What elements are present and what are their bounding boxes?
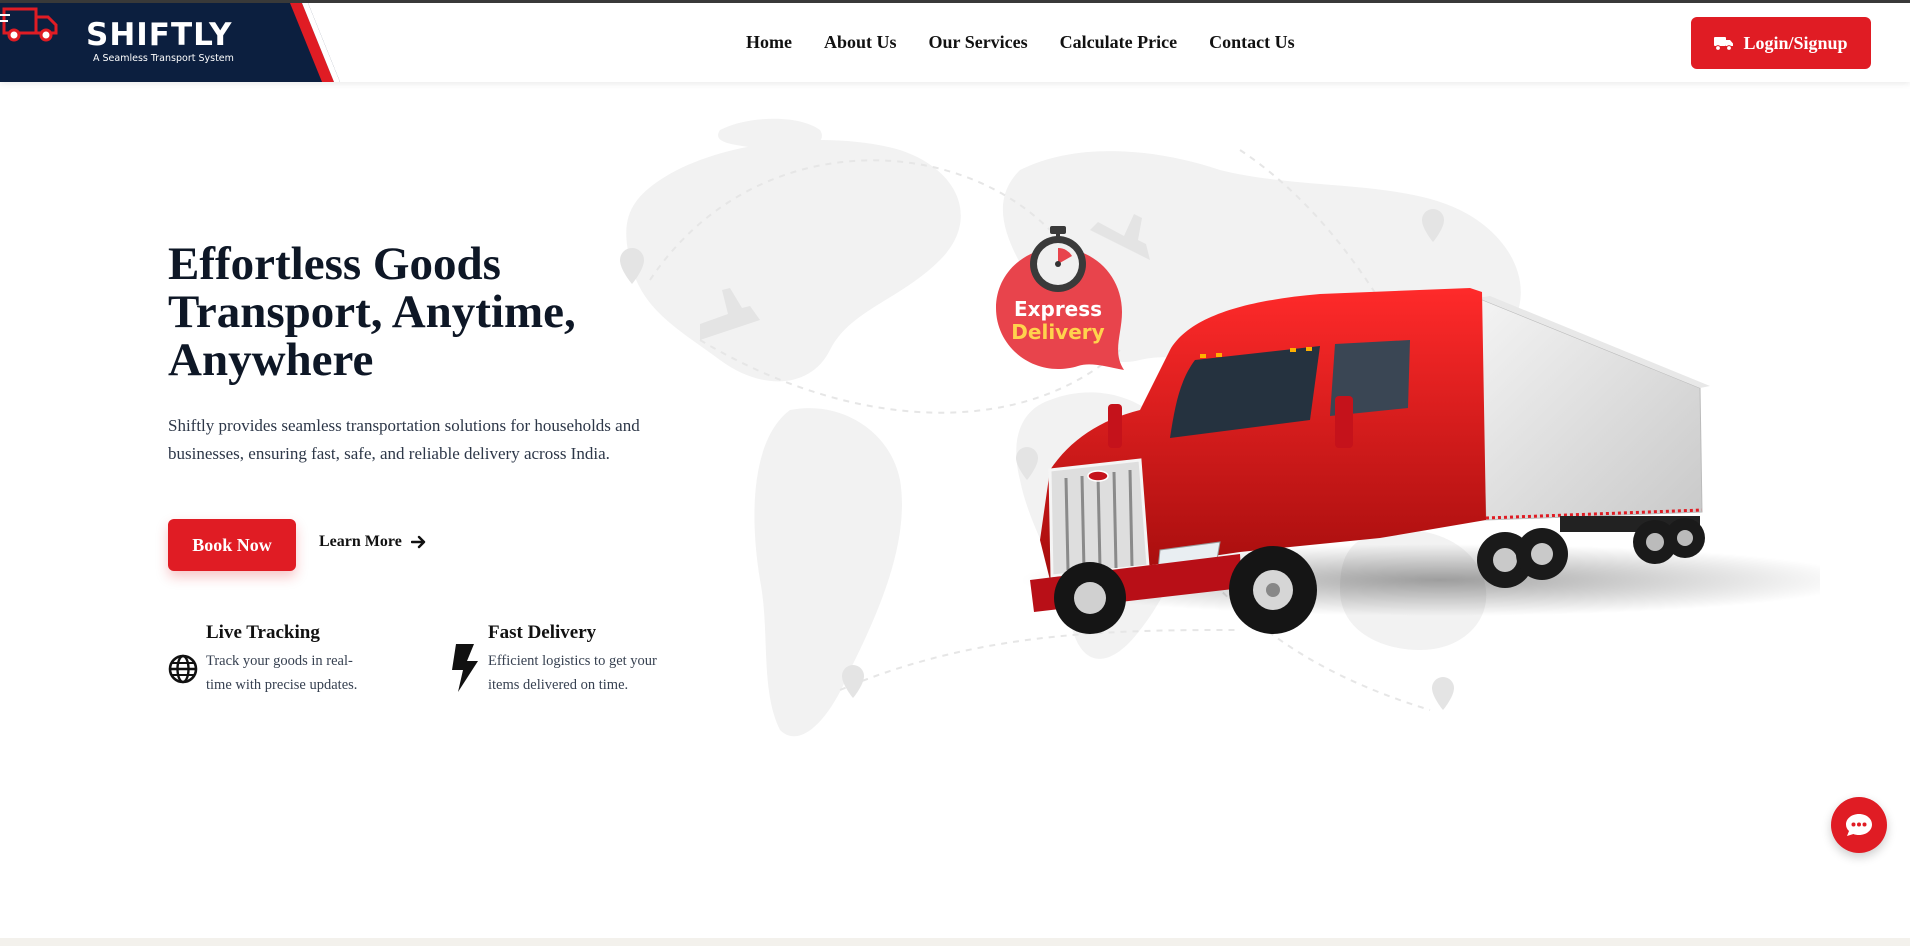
hero-title: Effortless Goods Transport, Anytime, Any…	[168, 238, 576, 386]
nav-calculate-price[interactable]: Calculate Price	[1060, 32, 1177, 53]
login-signup-button[interactable]: Login/Signup	[1691, 17, 1871, 69]
feature-description: Track your goods in real-time with preci…	[206, 653, 358, 693]
chat-bubble-icon	[1846, 814, 1872, 836]
feature-description: Efficient logistics to get your items de…	[488, 653, 657, 693]
next-section-edge	[0, 938, 1910, 946]
learn-more-label: Learn More	[319, 533, 402, 550]
logo-text: SHIFTLY	[86, 17, 233, 53]
nav-our-services[interactable]: Our Services	[929, 32, 1028, 53]
globe-icon	[168, 654, 198, 684]
truck-icon	[1714, 37, 1734, 51]
arrow-right-icon	[410, 535, 425, 549]
nav-about-us[interactable]: About Us	[824, 32, 897, 53]
learn-more-link[interactable]: Learn More	[319, 533, 427, 551]
main-nav: Home About Us Our Services Calculate Pri…	[746, 3, 1327, 82]
feature-title: Fast Delivery	[488, 622, 597, 643]
badge-line-1: Express	[1014, 297, 1102, 321]
logo[interactable]: SHIFTLY A Seamless Transport System	[0, 3, 350, 82]
logo-truck-icon	[0, 7, 58, 42]
chat-button[interactable]	[1831, 797, 1887, 853]
express-delivery-badge: Express Delivery	[996, 226, 1124, 370]
stopwatch-icon	[1030, 226, 1086, 292]
badge-line-2: Delivery	[1011, 320, 1104, 344]
nav-home[interactable]: Home	[746, 32, 792, 53]
logo-tagline: A Seamless Transport System	[93, 53, 234, 64]
nav-contact-us[interactable]: Contact Us	[1209, 32, 1295, 53]
login-signup-label: Login/Signup	[1743, 32, 1848, 53]
bolt-icon	[452, 644, 478, 692]
site-header: SHIFTLY A Seamless Transport System Home…	[0, 3, 1910, 82]
book-now-button[interactable]: Book Now	[168, 519, 296, 571]
hero-description: Shiftly provides seamless transportation…	[168, 416, 640, 463]
feature-title: Live Tracking	[206, 622, 320, 643]
